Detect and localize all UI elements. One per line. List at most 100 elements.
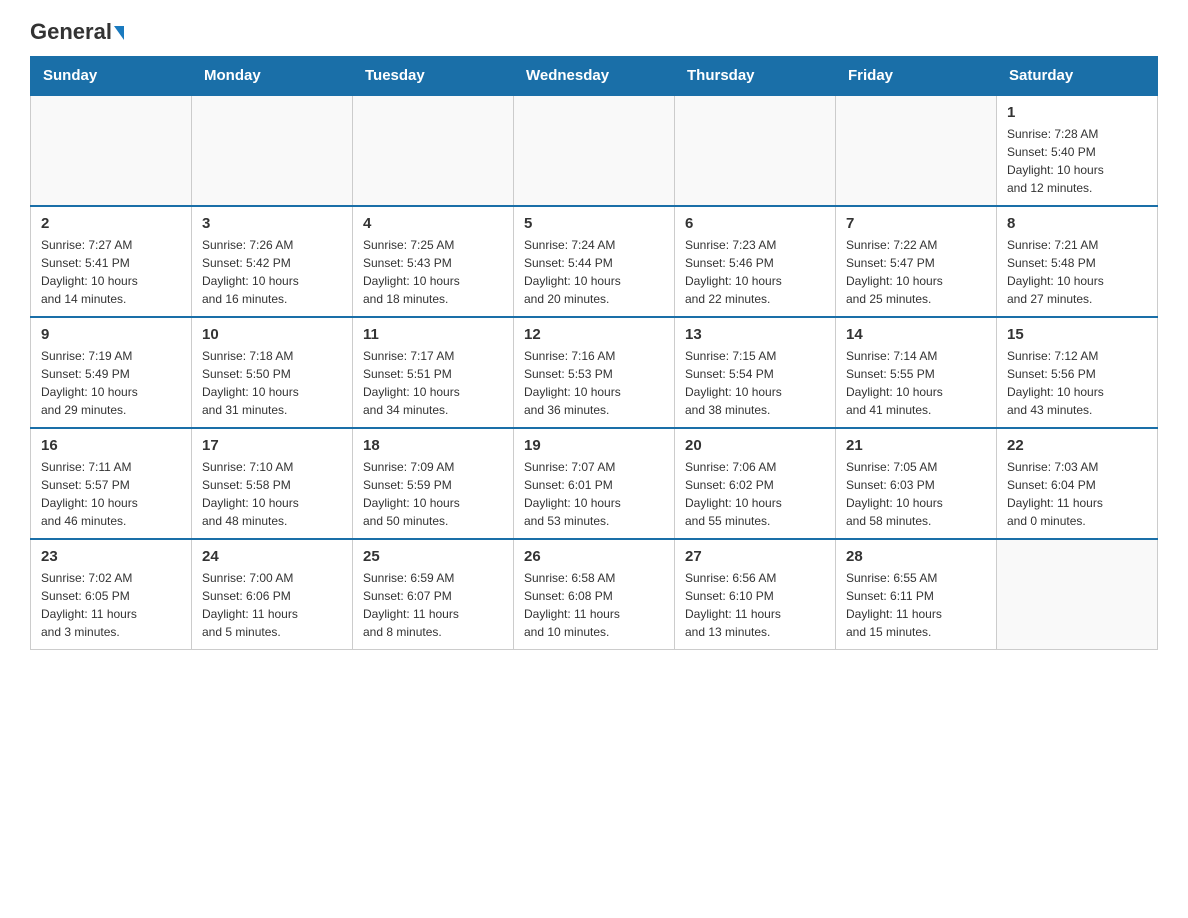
day-info: Sunrise: 7:27 AMSunset: 5:41 PMDaylight:… bbox=[41, 236, 181, 308]
table-row: 23Sunrise: 7:02 AMSunset: 6:05 PMDayligh… bbox=[31, 539, 192, 650]
table-row: 14 Sunrise: 7:14 AMSunset: 5:55 PMDayligh… bbox=[836, 317, 997, 428]
day-info: Sunrise: 7:25 AMSunset: 5:43 PMDaylight:… bbox=[363, 236, 503, 308]
day-info: Sunrise: 7:05 AMSunset: 6:03 PMDaylight:… bbox=[846, 458, 986, 530]
day-info: Sunrise: 7:06 AMSunset: 6:02 PMDaylight:… bbox=[685, 458, 825, 530]
table-row: 3 Sunrise: 7:26 AMSunset: 5:42 PMDaylight… bbox=[192, 206, 353, 317]
col-wednesday: Wednesday bbox=[514, 57, 675, 96]
day-number: 2 bbox=[41, 215, 181, 232]
day-info: Sunrise: 7:16 AMSunset: 5:53 PMDaylight:… bbox=[524, 347, 664, 419]
day-info: Sunrise: 6:56 AMSunset: 6:10 PMDaylight:… bbox=[685, 569, 825, 641]
table-row: 24 Sunrise: 7:00 AMSunset: 6:06 PMDayligh… bbox=[192, 539, 353, 650]
table-row: 15 Sunrise: 7:12 AMSunset: 5:56 PMDayligh… bbox=[997, 317, 1158, 428]
calendar-table: Sunday Monday Tuesday Wednesday Thursday… bbox=[30, 56, 1158, 650]
day-info: Sunrise: 7:00 AMSunset: 6:06 PMDaylight:… bbox=[202, 569, 342, 641]
day-number: 26 bbox=[524, 548, 664, 565]
logo-triangle-icon bbox=[114, 26, 124, 40]
table-row: 4 Sunrise: 7:25 AMSunset: 5:43 PMDaylight… bbox=[353, 206, 514, 317]
table-row bbox=[675, 95, 836, 206]
table-row: 5 Sunrise: 7:24 AMSunset: 5:44 PMDaylight… bbox=[514, 206, 675, 317]
day-info: Sunrise: 7:17 AMSunset: 5:51 PMDaylight:… bbox=[363, 347, 503, 419]
day-info: Sunrise: 7:21 AMSunset: 5:48 PMDaylight:… bbox=[1007, 236, 1147, 308]
table-row: 20 Sunrise: 7:06 AMSunset: 6:02 PMDayligh… bbox=[675, 428, 836, 539]
table-row: 18Sunrise: 7:09 AMSunset: 5:59 PMDayligh… bbox=[353, 428, 514, 539]
table-row bbox=[353, 95, 514, 206]
day-number: 13 bbox=[685, 326, 825, 343]
calendar-week-row: 2 Sunrise: 7:27 AMSunset: 5:41 PMDaylight… bbox=[31, 206, 1158, 317]
table-row bbox=[997, 539, 1158, 650]
table-row bbox=[514, 95, 675, 206]
calendar-header-row: Sunday Monday Tuesday Wednesday Thursday… bbox=[31, 57, 1158, 96]
table-row: 13 Sunrise: 7:15 AMSunset: 5:54 PMDayligh… bbox=[675, 317, 836, 428]
table-row: 27 Sunrise: 6:56 AMSunset: 6:10 PMDayligh… bbox=[675, 539, 836, 650]
day-info: Sunrise: 6:55 AMSunset: 6:11 PMDaylight:… bbox=[846, 569, 986, 641]
table-row: 11Sunrise: 7:17 AMSunset: 5:51 PMDayligh… bbox=[353, 317, 514, 428]
col-friday: Friday bbox=[836, 57, 997, 96]
day-number: 25 bbox=[363, 548, 503, 565]
day-number: 20 bbox=[685, 437, 825, 454]
day-info: Sunrise: 7:26 AMSunset: 5:42 PMDaylight:… bbox=[202, 236, 342, 308]
calendar-week-row: 23Sunrise: 7:02 AMSunset: 6:05 PMDayligh… bbox=[31, 539, 1158, 650]
table-row: 9Sunrise: 7:19 AMSunset: 5:49 PMDaylight… bbox=[31, 317, 192, 428]
col-sunday: Sunday bbox=[31, 57, 192, 96]
day-number: 12 bbox=[524, 326, 664, 343]
day-number: 6 bbox=[685, 215, 825, 232]
day-number: 7 bbox=[846, 215, 986, 232]
day-info: Sunrise: 7:15 AMSunset: 5:54 PMDaylight:… bbox=[685, 347, 825, 419]
day-number: 3 bbox=[202, 215, 342, 232]
table-row: 17 Sunrise: 7:10 AMSunset: 5:58 PMDayligh… bbox=[192, 428, 353, 539]
day-number: 9 bbox=[41, 326, 181, 343]
table-row: 22Sunrise: 7:03 AMSunset: 6:04 PMDayligh… bbox=[997, 428, 1158, 539]
day-number: 19 bbox=[524, 437, 664, 454]
table-row bbox=[192, 95, 353, 206]
day-number: 10 bbox=[202, 326, 342, 343]
day-info: Sunrise: 7:24 AMSunset: 5:44 PMDaylight:… bbox=[524, 236, 664, 308]
calendar-week-row: 16 Sunrise: 7:11 AMSunset: 5:57 PMDayligh… bbox=[31, 428, 1158, 539]
page-header: General bbox=[30, 20, 1158, 44]
logo: General bbox=[30, 20, 124, 44]
table-row: 8 Sunrise: 7:21 AMSunset: 5:48 PMDaylight… bbox=[997, 206, 1158, 317]
day-number: 14 bbox=[846, 326, 986, 343]
day-info: Sunrise: 7:14 AMSunset: 5:55 PMDaylight:… bbox=[846, 347, 986, 419]
day-info: Sunrise: 7:10 AMSunset: 5:58 PMDaylight:… bbox=[202, 458, 342, 530]
day-info: Sunrise: 7:18 AMSunset: 5:50 PMDaylight:… bbox=[202, 347, 342, 419]
day-number: 4 bbox=[363, 215, 503, 232]
day-info: Sunrise: 6:59 AMSunset: 6:07 PMDaylight:… bbox=[363, 569, 503, 641]
table-row: 1 Sunrise: 7:28 AMSunset: 5:40 PMDaylight… bbox=[997, 95, 1158, 206]
day-number: 8 bbox=[1007, 215, 1147, 232]
table-row: 19 Sunrise: 7:07 AMSunset: 6:01 PMDayligh… bbox=[514, 428, 675, 539]
calendar-week-row: 1 Sunrise: 7:28 AMSunset: 5:40 PMDaylight… bbox=[31, 95, 1158, 206]
table-row: 28 Sunrise: 6:55 AMSunset: 6:11 PMDayligh… bbox=[836, 539, 997, 650]
day-number: 27 bbox=[685, 548, 825, 565]
day-number: 28 bbox=[846, 548, 986, 565]
day-number: 24 bbox=[202, 548, 342, 565]
day-info: Sunrise: 7:02 AMSunset: 6:05 PMDaylight:… bbox=[41, 569, 181, 641]
day-number: 17 bbox=[202, 437, 342, 454]
table-row: 6 Sunrise: 7:23 AMSunset: 5:46 PMDaylight… bbox=[675, 206, 836, 317]
day-info: Sunrise: 7:28 AMSunset: 5:40 PMDaylight:… bbox=[1007, 125, 1147, 197]
table-row: 21Sunrise: 7:05 AMSunset: 6:03 PMDayligh… bbox=[836, 428, 997, 539]
table-row: 26 Sunrise: 6:58 AMSunset: 6:08 PMDayligh… bbox=[514, 539, 675, 650]
day-number: 15 bbox=[1007, 326, 1147, 343]
logo-text: General bbox=[30, 20, 124, 44]
day-number: 22 bbox=[1007, 437, 1147, 454]
day-info: Sunrise: 7:09 AMSunset: 5:59 PMDaylight:… bbox=[363, 458, 503, 530]
table-row: 2 Sunrise: 7:27 AMSunset: 5:41 PMDaylight… bbox=[31, 206, 192, 317]
logo-general: General bbox=[30, 19, 112, 44]
day-number: 16 bbox=[41, 437, 181, 454]
day-info: Sunrise: 7:11 AMSunset: 5:57 PMDaylight:… bbox=[41, 458, 181, 530]
table-row: 16 Sunrise: 7:11 AMSunset: 5:57 PMDayligh… bbox=[31, 428, 192, 539]
table-row bbox=[836, 95, 997, 206]
calendar-body: 1 Sunrise: 7:28 AMSunset: 5:40 PMDaylight… bbox=[31, 95, 1158, 650]
col-thursday: Thursday bbox=[675, 57, 836, 96]
table-row: 12 Sunrise: 7:16 AMSunset: 5:53 PMDayligh… bbox=[514, 317, 675, 428]
table-row bbox=[31, 95, 192, 206]
col-tuesday: Tuesday bbox=[353, 57, 514, 96]
day-number: 5 bbox=[524, 215, 664, 232]
day-number: 1 bbox=[1007, 104, 1147, 121]
day-info: Sunrise: 7:22 AMSunset: 5:47 PMDaylight:… bbox=[846, 236, 986, 308]
day-info: Sunrise: 7:12 AMSunset: 5:56 PMDaylight:… bbox=[1007, 347, 1147, 419]
day-info: Sunrise: 7:07 AMSunset: 6:01 PMDaylight:… bbox=[524, 458, 664, 530]
day-info: Sunrise: 6:58 AMSunset: 6:08 PMDaylight:… bbox=[524, 569, 664, 641]
day-info: Sunrise: 7:23 AMSunset: 5:46 PMDaylight:… bbox=[685, 236, 825, 308]
calendar-week-row: 9Sunrise: 7:19 AMSunset: 5:49 PMDaylight… bbox=[31, 317, 1158, 428]
